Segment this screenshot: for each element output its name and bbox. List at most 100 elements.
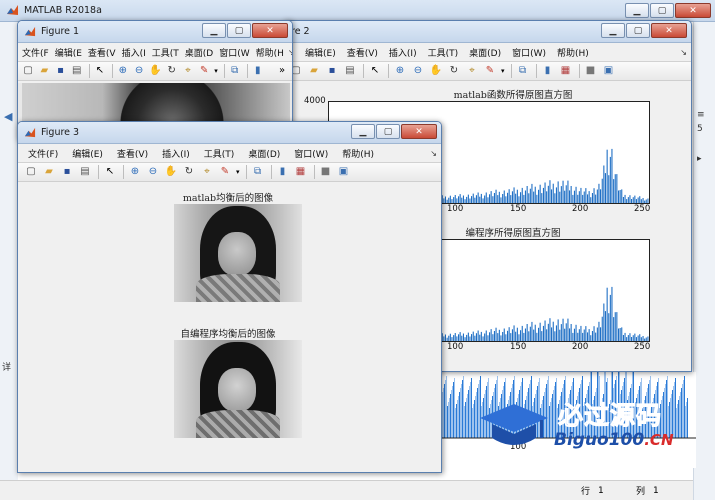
figure3-brush-dropdown-icon[interactable]: ▾ [236,168,240,176]
figure2-datacursor-icon[interactable]: ⌖ [465,64,479,78]
figure3-maximize-button[interactable]: ▢ [376,124,400,139]
figure2-zoom-out-icon[interactable]: ⊖ [411,64,425,78]
figure2-menu-edit[interactable]: 编辑(E) [305,46,336,59]
figure2-menu-tools[interactable]: 工具(T) [428,46,459,59]
figure3-brush-icon[interactable]: ✎ [218,165,232,179]
figure1-menu-file[interactable]: 文件(F [22,46,49,59]
figure2-close-button[interactable]: ✕ [651,23,687,38]
matlab-titlebar: MATLAB R2018a ▁ ▢ ✕ [0,0,715,22]
figure2-maximize-button[interactable]: ▢ [626,23,650,38]
figure3-legend-icon[interactable]: ▦ [294,165,308,179]
figure3-open-icon[interactable]: ▰ [42,165,56,179]
figure3-hide-plot-icon[interactable]: ■ [319,165,333,179]
figure2-brush-icon[interactable]: ✎ [483,64,497,78]
close-button[interactable]: ✕ [675,3,711,18]
figure2-hide-plot-icon[interactable]: ■ [584,64,598,78]
figure3-zoom-out-icon[interactable]: ⊖ [146,165,160,179]
figure3-print-icon[interactable]: ▤ [78,165,92,179]
figure2-rotate-icon[interactable]: ↻ [447,64,461,78]
figure1-menu-help[interactable]: 帮助(H [256,46,284,59]
figure1-pan-icon[interactable]: ✋ [149,64,161,78]
figure1-open-icon[interactable]: ▰ [38,64,50,78]
figure2-brush-dropdown-icon[interactable]: ▾ [501,67,505,75]
figure2-menu-desktop[interactable]: 桌面(D) [469,46,501,59]
figure2-menu-view[interactable]: 查看(V) [347,46,378,59]
figure3-new-icon[interactable]: ▢ [24,165,38,179]
figure1-menu-edit[interactable]: 编辑(E [55,46,82,59]
figure1-pointer-icon[interactable]: ↖ [94,64,106,78]
figure1-zoom-in-icon[interactable]: ⊕ [117,64,129,78]
figure1-print-icon[interactable]: ▤ [71,64,83,78]
figure2-menu-insert[interactable]: 插入(I) [389,46,417,59]
figure3-minimize-button[interactable]: ▁ [351,124,375,139]
figure2-dock-icon[interactable]: ↘ [680,48,687,57]
figure3-menu-desktop[interactable]: 桌面(D) [248,147,280,160]
figure1-zoom-out-icon[interactable]: ⊖ [133,64,145,78]
histogram-bar [627,197,629,203]
figure1-datacursor-icon[interactable]: ⌖ [182,64,194,78]
figure1-close-button[interactable]: ✕ [252,23,288,38]
figure2-save-icon[interactable]: ▪ [325,64,339,78]
histogram-bar [515,193,517,203]
figure3-menu-file[interactable]: 文件(F) [28,147,58,160]
figure2-zoom-in-icon[interactable]: ⊕ [393,64,407,78]
figure3-rotate-icon[interactable]: ↻ [182,165,196,179]
figure1-link-icon[interactable]: ⧉ [229,64,241,78]
figure1-titlebar[interactable]: Figure 1 ▁ ▢ ✕ [18,21,292,43]
figure3-save-icon[interactable]: ▪ [60,165,74,179]
figure2-menu-help[interactable]: 帮助(H) [557,46,589,59]
figure3-pointer-icon[interactable]: ↖ [103,165,117,179]
figure3-titlebar[interactable]: Figure 3 ▁ ▢ ✕ [18,122,441,144]
figure3-menu-view[interactable]: 查看(V) [117,147,148,160]
figure3-menu-window[interactable]: 窗口(W) [294,147,328,160]
figure1-menu-window[interactable]: 窗口(W [219,46,249,59]
figure2-show-plot-icon[interactable]: ▣ [602,64,616,78]
bottom-histogram-bar [476,392,477,438]
histogram-bar [621,327,623,341]
figure3-zoom-in-icon[interactable]: ⊕ [128,165,142,179]
figure1-dock-icon[interactable]: ↘ [288,48,292,57]
figure3-close-button[interactable]: ✕ [401,124,437,139]
figure2-print-icon[interactable]: ▤ [343,64,357,78]
figure2-colorbar-icon[interactable]: ▮ [541,64,555,78]
figure2-titlebar[interactable]: re 2 ▁ ▢ ✕ [283,21,691,43]
figure3-pan-icon[interactable]: ✋ [164,165,178,179]
bottom-histogram-bar [453,382,454,438]
figure1-matlab-icon [24,26,36,36]
figure1-menu-view[interactable]: 查看(V [88,46,116,59]
figure2-minimize-button[interactable]: ▁ [601,23,625,38]
figure3-window[interactable]: Figure 3 ▁ ▢ ✕ 文件(F) 编辑(E) 查看(V) 插入(I) 工… [17,121,442,473]
figure1-minimize-button[interactable]: ▁ [202,23,226,38]
figure1-colorbar-icon[interactable]: ▮ [252,64,264,78]
figure1-new-icon[interactable]: ▢ [22,64,34,78]
figure3-show-plot-icon[interactable]: ▣ [337,165,351,179]
figure2-legend-icon[interactable]: ▦ [559,64,573,78]
figure1-more-icon[interactable]: » [276,64,288,78]
figure2-open-icon[interactable]: ▰ [307,64,321,78]
figure3-datacursor-icon[interactable]: ⌖ [200,165,214,179]
figure3-menu-help[interactable]: 帮助(H) [342,147,374,160]
figure1-menu-desktop[interactable]: 桌面(D [185,46,213,59]
histogram-bar [443,198,445,203]
figure2-menu-window[interactable]: 窗口(W) [512,46,546,59]
figure3-dock-icon[interactable]: ↘ [430,149,437,158]
figure1-brush-dropdown-icon[interactable]: ▾ [214,67,218,75]
figure1-maximize-button[interactable]: ▢ [227,23,251,38]
figure2-pan-icon[interactable]: ✋ [429,64,443,78]
figure3-menu-tools[interactable]: 工具(T) [204,147,235,160]
figure1-rotate-icon[interactable]: ↻ [166,64,178,78]
figure3-menu-edit[interactable]: 编辑(E) [72,147,103,160]
histogram-bar [614,312,616,341]
figure1-brush-icon[interactable]: ✎ [198,64,210,78]
figure3-menu-insert[interactable]: 插入(I) [162,147,190,160]
figure3-link-icon[interactable]: ⧉ [251,165,265,179]
minimize-button[interactable]: ▁ [625,3,649,18]
histogram-bar [621,189,623,203]
figure2-pointer-icon[interactable]: ↖ [368,64,382,78]
maximize-button[interactable]: ▢ [650,3,674,18]
figure1-menu-insert[interactable]: 插入(I [122,46,146,59]
figure1-menu-tools[interactable]: 工具(T [152,46,179,59]
figure3-colorbar-icon[interactable]: ▮ [276,165,290,179]
figure1-save-icon[interactable]: ▪ [54,64,66,78]
figure2-link-icon[interactable]: ⧉ [516,64,530,78]
